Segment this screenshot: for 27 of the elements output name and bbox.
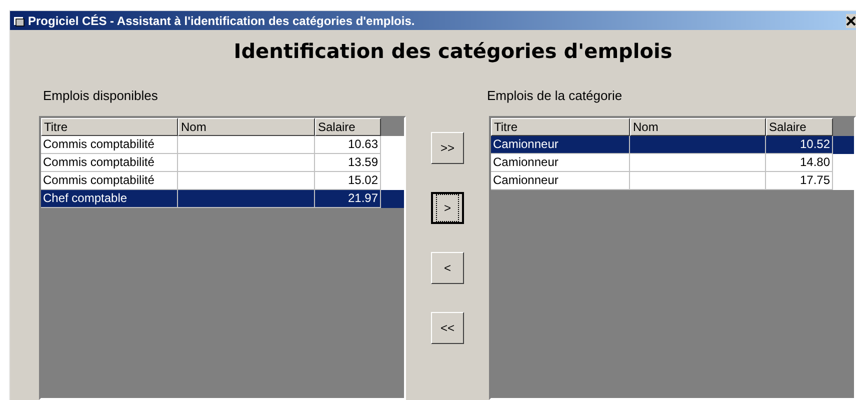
table-cell: 21.97 xyxy=(315,190,381,208)
table-cell: Chef comptable xyxy=(41,190,178,208)
move-button[interactable]: < xyxy=(431,252,464,284)
table-row[interactable]: Commis comptabilité 10.63 xyxy=(41,136,404,154)
table-row[interactable]: Camionneur 17.75 xyxy=(491,172,854,190)
table-row[interactable]: Camionneur 10.52 xyxy=(491,136,854,154)
table-row[interactable]: Commis comptabilité 13.59 xyxy=(41,154,404,172)
table-cell: 17.75 xyxy=(766,172,833,190)
move-button[interactable]: << xyxy=(431,312,464,344)
table-row[interactable]: Chef comptable 21.97 xyxy=(41,190,404,208)
table-cell: Camionneur xyxy=(491,172,630,190)
column-header[interactable]: Titre xyxy=(41,118,178,136)
column-header[interactable]: Salaire xyxy=(315,118,381,136)
page-heading: Identification des catégories d'emplois xyxy=(234,38,672,65)
close-icon[interactable] xyxy=(846,14,856,28)
table-row[interactable]: Commis comptabilité 15.02 xyxy=(41,172,404,190)
column-header[interactable]: Nom xyxy=(178,118,315,136)
list-label: Emplois disponibles xyxy=(43,87,159,105)
column-header[interactable]: Nom xyxy=(630,118,766,136)
move-button[interactable]: > xyxy=(431,192,464,224)
column-header[interactable]: Titre xyxy=(491,118,630,136)
move-button[interactable]: >> xyxy=(431,132,464,164)
app-icon xyxy=(13,14,25,26)
table-row[interactable]: Camionneur 14.80 xyxy=(491,154,854,172)
window-title: Progiciel CÉS - Assistant à l'identification des catégories d'emplois. xyxy=(28,12,415,30)
column-header[interactable]: Salaire xyxy=(766,118,833,136)
list-label: Emplois de la catégorie xyxy=(487,87,624,105)
